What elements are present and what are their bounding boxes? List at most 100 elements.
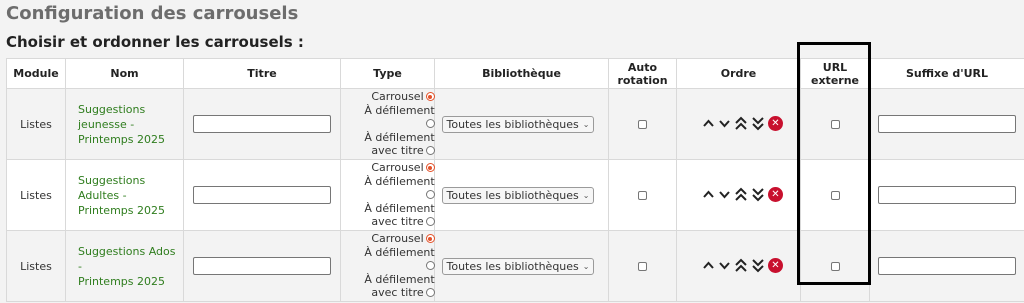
order-controls: ✕ [702, 257, 783, 273]
chevron-down-icon: ⌄ [582, 261, 590, 271]
suffixe-url-input[interactable] [878, 115, 1016, 133]
delete-x-icon[interactable]: ✕ [768, 186, 783, 202]
type-carrousel-radio[interactable] [425, 163, 435, 173]
type-defilement-titre-radio[interactable] [425, 288, 435, 298]
delete-x-icon[interactable]: ✕ [768, 257, 783, 273]
type-radio-group: Carrousel À défilement À défilement avec… [364, 232, 435, 300]
type-defilement-radio[interactable] [425, 119, 435, 129]
module-cell: Listes [6, 230, 66, 302]
nom-cell: Suggestions jeunesse - Printemps 2025 [65, 88, 184, 160]
type-radio-group: Carrousel À défilement À défilement avec… [364, 90, 435, 158]
module-cell: Listes [6, 159, 66, 231]
url-externe-checkbox[interactable] [830, 262, 840, 271]
type-cell: Carrousel À défilement À défilement avec… [340, 88, 435, 160]
type-carrousel-radio[interactable] [425, 92, 435, 102]
bibliotheque-cell: Toutes les bibliothèques ⌄ [434, 88, 609, 160]
type-carrousel-label: Carrousel [371, 232, 424, 246]
nom-cell: Suggestions Ados - Printemps 2025 [65, 230, 184, 302]
double-chevron-down-icon[interactable] [751, 116, 765, 131]
table-row: Listes Suggestions Adultes - Printemps 202… [6, 159, 1024, 231]
delete-x-icon[interactable]: ✕ [768, 115, 783, 131]
chevron-down-icon[interactable] [718, 117, 731, 130]
header-auto-rotation: Auto rotation [608, 58, 677, 89]
url-externe-cell [800, 159, 870, 231]
double-chevron-down-icon[interactable] [751, 187, 765, 202]
titre-input[interactable] [193, 186, 331, 204]
header-titre: Titre [183, 58, 341, 89]
header-url-externe-line2: externe [811, 73, 859, 87]
type-cell: Carrousel À défilement À défilement avec… [340, 230, 435, 302]
section-title: Choisir et ordonner les carrousels : [6, 33, 304, 51]
ordre-cell: ✕ [676, 159, 801, 231]
table-header-row: Module Nom Titre Type Bibliothèque Auto … [6, 58, 1024, 89]
type-radio-group: Carrousel À défilement À défilement avec… [364, 161, 435, 229]
header-suffixe-url: Suffixe d'URL [869, 58, 1024, 89]
ordre-cell: ✕ [676, 230, 801, 302]
header-nom: Nom [65, 58, 184, 89]
type-defilement-titre-radio[interactable] [425, 217, 435, 227]
type-defilement-titre-label: À défilement [364, 130, 435, 144]
suffixe-url-input[interactable] [878, 257, 1016, 275]
table-row: Listes Suggestions jeunesse - Printemps 20… [6, 88, 1024, 160]
nom-cell: Suggestions Adultes - Printemps 2025 [65, 159, 184, 231]
chevron-up-icon[interactable] [702, 259, 715, 272]
double-chevron-down-icon[interactable] [751, 258, 765, 273]
double-chevron-up-icon[interactable] [734, 116, 748, 131]
type-defilement-label: À défilement [364, 103, 435, 117]
header-bibliotheque: Bibliothèque [434, 58, 609, 89]
suffixe-url-cell [869, 88, 1024, 160]
module-label: Listes [20, 117, 52, 131]
bibliotheque-select[interactable]: Toutes les bibliothèques ⌄ [441, 186, 594, 204]
chevron-down-icon[interactable] [718, 259, 731, 272]
url-externe-checkbox[interactable] [830, 120, 840, 129]
ordre-cell: ✕ [676, 88, 801, 160]
type-carrousel-radio[interactable] [425, 234, 435, 244]
header-module: Module [6, 58, 66, 89]
titre-cell [183, 159, 341, 231]
suffixe-url-input[interactable] [878, 186, 1016, 204]
titre-cell [183, 88, 341, 160]
bibliotheque-select[interactable]: Toutes les bibliothèques ⌄ [441, 257, 594, 275]
bibliotheque-selected-value: Toutes les bibliothèques [446, 188, 579, 202]
module-cell: Listes [6, 88, 66, 160]
chevron-down-icon[interactable] [718, 188, 731, 201]
titre-input[interactable] [193, 115, 331, 133]
double-chevron-up-icon[interactable] [734, 187, 748, 202]
order-controls: ✕ [702, 186, 783, 202]
type-defilement-titre-label: À défilement [364, 272, 435, 286]
type-defilement-label: À défilement [364, 245, 435, 259]
auto-rotation-checkbox[interactable] [638, 262, 647, 271]
carousel-name-link[interactable]: Suggestions Adultes - Printemps 2025 [78, 173, 177, 218]
header-ordre: Ordre [676, 58, 801, 89]
header-url-externe: URL externe [800, 58, 870, 89]
carousel-name-line: Suggestions [78, 173, 146, 187]
type-defilement-label: À défilement [364, 174, 435, 188]
url-externe-cell [800, 230, 870, 302]
carousel-name-line: Adultes - [78, 188, 127, 202]
auto-rotation-checkbox[interactable] [638, 120, 647, 129]
carousel-name-line: Suggestions [78, 102, 146, 116]
titre-input[interactable] [193, 257, 331, 275]
chevron-up-icon[interactable] [702, 117, 715, 130]
type-defilement-titre-label-2: avec titre [371, 215, 424, 229]
carousels-table: Module Nom Titre Type Bibliothèque Auto … [6, 58, 1024, 302]
header-type: Type [340, 58, 435, 89]
chevron-up-icon[interactable] [702, 188, 715, 201]
carousel-name-line: Printemps 2025 [78, 203, 165, 217]
bibliotheque-select[interactable]: Toutes les bibliothèques ⌄ [441, 115, 594, 133]
url-externe-checkbox[interactable] [830, 191, 840, 200]
url-externe-cell [800, 88, 870, 160]
bibliotheque-selected-value: Toutes les bibliothèques [446, 259, 579, 273]
type-defilement-titre-radio[interactable] [425, 146, 435, 156]
carousel-name-line: Printemps 2025 [78, 132, 165, 146]
double-chevron-up-icon[interactable] [734, 258, 748, 273]
carousel-name-link[interactable]: Suggestions jeunesse - Printemps 2025 [78, 102, 177, 147]
auto-rotation-checkbox[interactable] [638, 191, 647, 200]
auto-rotation-cell [608, 230, 677, 302]
bibliotheque-cell: Toutes les bibliothèques ⌄ [434, 159, 609, 231]
suffixe-url-cell [869, 159, 1024, 231]
carousel-name-link[interactable]: Suggestions Ados - Printemps 2025 [78, 244, 177, 289]
auto-rotation-cell [608, 159, 677, 231]
type-defilement-radio[interactable] [425, 261, 435, 271]
type-defilement-radio[interactable] [425, 190, 435, 200]
